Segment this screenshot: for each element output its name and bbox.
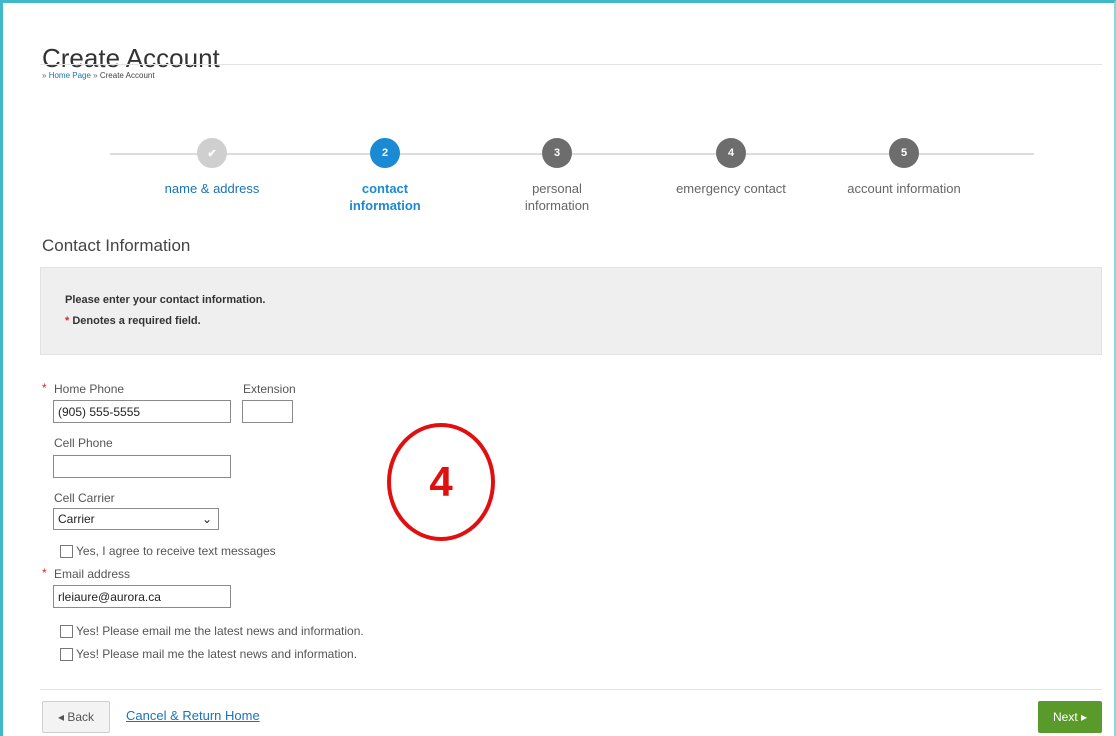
required-note-text: Denotes a required field.: [72, 315, 201, 327]
instructions-panel: Please enter your contact information. *…: [40, 267, 1102, 355]
step-emergency-contact: 4 emergency contact: [646, 138, 816, 197]
section-heading: Contact Information: [42, 236, 191, 255]
extension-label: Extension: [243, 382, 296, 396]
step-number-badge: 5: [889, 138, 919, 168]
email-input[interactable]: [53, 585, 231, 608]
instructions-text: Please enter your contact information.: [65, 294, 266, 306]
step-number-badge: 4: [716, 138, 746, 168]
step-label: contact information: [349, 181, 421, 213]
step-name-address[interactable]: ✔ name & address: [127, 138, 297, 197]
required-star: *: [42, 381, 47, 395]
breadcrumb-current: Create Account: [99, 71, 155, 80]
next-button[interactable]: Next ▸: [1038, 701, 1102, 733]
email-label: Email address: [54, 567, 131, 581]
cell-phone-input[interactable]: [53, 455, 231, 478]
text-opt-in-label: Yes, I agree to receive text messages: [76, 544, 276, 558]
cell-carrier-selected: Carrier: [58, 512, 95, 526]
breadcrumb-home-link[interactable]: Home Page: [49, 71, 91, 80]
checkmark-icon: ✔: [197, 138, 227, 168]
required-star: *: [42, 566, 47, 580]
home-phone-input[interactable]: [53, 400, 231, 423]
email-news-row[interactable]: Yes! Please email me the latest news and…: [60, 624, 364, 638]
step-number-badge: 3: [542, 138, 572, 168]
cell-carrier-label: Cell Carrier: [54, 491, 115, 505]
extension-input[interactable]: [242, 400, 293, 423]
mail-news-label: Yes! Please mail me the latest news and …: [76, 647, 358, 661]
breadcrumb-separator: »: [93, 71, 98, 80]
home-phone-label: Home Phone: [54, 382, 125, 396]
required-star: *: [65, 315, 70, 327]
title-divider: [40, 64, 1102, 65]
page-title: Create Account: [42, 43, 220, 74]
step-label: account information: [847, 181, 961, 196]
step-account-information: 5 account information: [819, 138, 989, 197]
mail-news-checkbox[interactable]: [60, 647, 73, 661]
annotation-number: 4: [429, 458, 453, 505]
step-label: personal information: [524, 181, 590, 213]
chevron-down-icon: ⌄: [201, 512, 212, 526]
text-opt-in-checkbox[interactable]: [60, 544, 73, 558]
back-button[interactable]: ◂ Back: [42, 701, 110, 733]
step-number-badge: 2: [370, 138, 400, 168]
cell-phone-label: Cell Phone: [54, 436, 113, 450]
footer-divider: [40, 689, 1102, 690]
step-personal-information: 3 personal information: [472, 138, 642, 214]
cell-carrier-select[interactable]: Carrier ⌄: [53, 508, 219, 530]
annotation-circle: 4: [387, 423, 495, 541]
step-contact-information: 2 contact information: [300, 138, 470, 214]
mail-news-row[interactable]: Yes! Please mail me the latest news and …: [60, 647, 357, 661]
text-opt-in-row[interactable]: Yes, I agree to receive text messages: [60, 544, 276, 558]
cancel-return-home-link[interactable]: Cancel & Return Home: [126, 708, 260, 723]
breadcrumb-prefix: »: [42, 71, 47, 80]
email-news-label: Yes! Please email me the latest news and…: [76, 624, 364, 638]
breadcrumb: » Home Page » Create Account: [42, 71, 155, 80]
email-news-checkbox[interactable]: [60, 624, 73, 638]
required-note: * Denotes a required field.: [65, 315, 201, 327]
step-label: name & address: [164, 181, 260, 196]
step-label: emergency contact: [676, 181, 786, 196]
